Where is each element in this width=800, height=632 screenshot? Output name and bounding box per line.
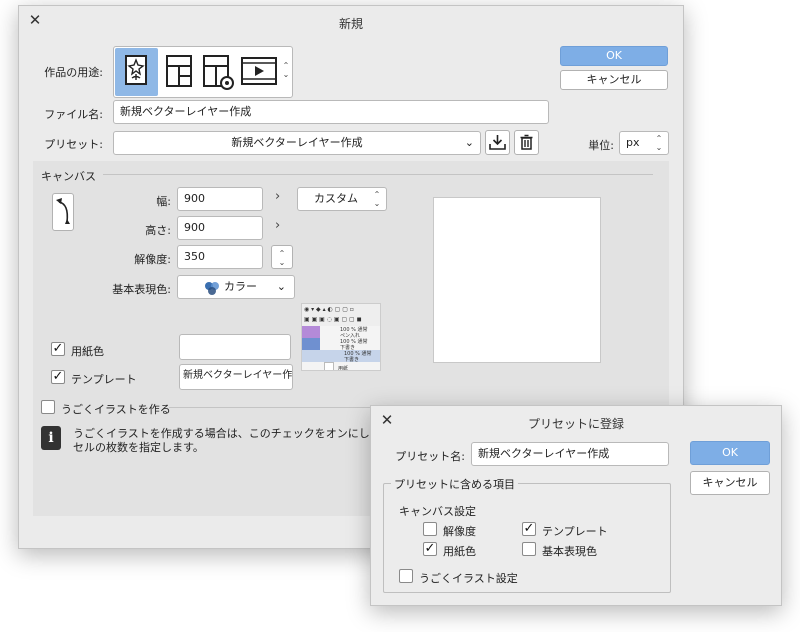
animation-icon[interactable] <box>239 50 279 94</box>
info-icon: i <box>41 426 61 450</box>
animation-divider <box>169 407 379 408</box>
rotate-icon <box>56 198 70 224</box>
canvas-preview <box>433 197 601 363</box>
height-label: 高さ: <box>145 224 171 237</box>
unit-select[interactable]: px ⌃ ⌄ <box>619 131 669 155</box>
save-preset-icon <box>489 135 506 150</box>
save-preset-button[interactable] <box>485 130 510 155</box>
chevron-down-icon: ⌄ <box>464 136 474 149</box>
height-input[interactable]: 900 <box>177 216 263 240</box>
preset-dialog-title: プリセットに登録 <box>527 417 624 431</box>
paper-checkbox[interactable]: ✓ <box>51 342 65 356</box>
preset-cancel-button[interactable]: キャンセル <box>690 471 770 495</box>
filename-label: ファイル名: <box>44 108 103 121</box>
animation-label: うごくイラストを作る <box>61 403 171 416</box>
canvas-header: キャンバス <box>41 170 96 183</box>
preset-items-group-label: プリセットに含める項目 <box>391 476 518 492</box>
color-mode-select[interactable]: カラー ⌄ <box>177 275 295 299</box>
preset-label: プリセット: <box>44 138 103 151</box>
layer-paper-label: 用紙 <box>338 366 349 371</box>
usage-label: 作品の用途: <box>44 66 103 79</box>
preset-select-value: 新規ベクターレイヤー作成 <box>231 136 363 149</box>
preset-color-mode-label: 基本表現色 <box>542 545 597 558</box>
trash-icon <box>520 134 533 150</box>
comic-icon[interactable] <box>162 50 196 94</box>
width-label: 幅: <box>156 195 171 208</box>
size-stepper-icon: ⌃ ⌄ <box>373 190 381 208</box>
ok-button[interactable]: OK <box>560 46 668 66</box>
delete-preset-button[interactable] <box>514 130 539 155</box>
comic-settings-icon[interactable] <box>199 50 237 94</box>
info-text-line2: セルの枚数を指定します。 <box>73 441 204 454</box>
usage-stepper[interactable]: ⌃ ⌄ <box>281 61 291 79</box>
template-checkbox[interactable]: ✓ <box>51 370 65 384</box>
canvas-settings-label: キャンバス設定 <box>399 505 476 518</box>
swap-orientation-button[interactable] <box>52 193 74 231</box>
height-chevron-right-icon[interactable]: › <box>275 218 280 233</box>
illustration-icon[interactable] <box>115 48 158 96</box>
preset-paper-label: 用紙色 <box>443 545 476 558</box>
paper-color-swatch[interactable] <box>179 334 291 360</box>
animation-checkbox[interactable] <box>41 400 55 414</box>
color-dots-icon <box>205 282 219 295</box>
unit-label: 単位: <box>588 139 614 152</box>
preset-paper-checkbox[interactable]: ✓ <box>423 542 437 556</box>
preset-resolution-checkbox[interactable] <box>423 522 437 536</box>
preset-select[interactable]: 新規ベクターレイヤー作成 ⌄ <box>113 131 481 155</box>
preset-name-input[interactable]: 新規ベクターレイヤー作成 <box>471 442 669 466</box>
filename-input[interactable]: 新規ベクターレイヤー作成 <box>113 100 549 124</box>
preset-register-dialog: ✕ プリセットに登録 プリセット名: 新規ベクターレイヤー作成 OK キャンセル… <box>370 405 782 606</box>
template-select[interactable]: 新規ベクターレイヤー作成 <box>179 364 293 390</box>
title-bar: ✕ 新規 <box>19 6 683 36</box>
layer-row-ink: 100 % 通常 ペン入れ <box>302 326 380 339</box>
preset-name-label: プリセット名: <box>395 450 465 463</box>
preset-template-label: テンプレート <box>542 525 608 538</box>
canvas-divider <box>103 174 653 175</box>
color-mode-label: 基本表現色: <box>112 283 171 296</box>
chevron-down-icon: ⌄ <box>276 280 286 293</box>
dialog-title: 新規 <box>338 17 363 31</box>
width-input[interactable]: 900 <box>177 187 263 211</box>
preset-ok-button[interactable]: OK <box>690 441 770 465</box>
resolution-label: 解像度: <box>134 253 171 266</box>
layer-row-sketch1: 100 % 通常 下書き <box>302 338 380 351</box>
size-preset-value: カスタム <box>314 192 358 205</box>
preset-animation-label: うごくイラスト設定 <box>419 572 518 585</box>
resolution-stepper[interactable]: ⌃ ⌄ <box>271 245 293 269</box>
cancel-button[interactable]: キャンセル <box>560 70 668 90</box>
preset-template-checkbox[interactable]: ✓ <box>522 522 536 536</box>
resolution-input[interactable]: 350 <box>177 245 263 269</box>
preset-animation-checkbox[interactable] <box>399 569 413 583</box>
unit-value: px <box>626 136 640 149</box>
layer-row-paper: 用紙 <box>302 362 380 371</box>
preset-resolution-label: 解像度 <box>443 525 476 538</box>
width-chevron-right-icon[interactable]: › <box>275 189 280 204</box>
layer-toolbar: ◉ ▾ ◆ ▴ ◐ ▢ ▢ ▫ ▣ ▣ ▣ ◌ ▣ ▢ ▢ ◼ <box>302 304 380 326</box>
unit-stepper-icon: ⌃ ⌄ <box>655 134 663 152</box>
preset-title-bar: ✕ プリセットに登録 <box>371 406 781 436</box>
paper-label: 用紙色 <box>71 345 104 358</box>
template-label: テンプレート <box>71 373 137 386</box>
template-layer-preview: ◉ ▾ ◆ ▴ ◐ ▢ ▢ ▫ ▣ ▣ ▣ ◌ ▣ ▢ ▢ ◼ 100 % 通常 … <box>301 303 381 371</box>
color-mode-value: カラー <box>224 280 257 293</box>
size-preset-select[interactable]: カスタム ⌃ ⌄ <box>297 187 387 211</box>
resolution-stepper-icon: ⌃ ⌄ <box>278 249 286 267</box>
preset-color-mode-checkbox[interactable] <box>522 542 536 556</box>
layer-row-sketch2: 100 % 通常 下書き <box>302 350 380 363</box>
